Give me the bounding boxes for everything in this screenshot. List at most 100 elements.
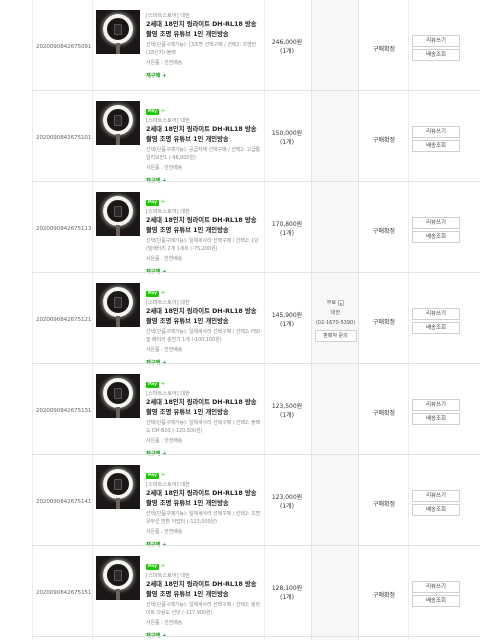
order-status: 구매확정 xyxy=(372,319,396,326)
product-thumbnail[interactable] xyxy=(96,374,140,418)
product-title[interactable]: 2세대 18인치 링라이트 DH-RL18 방송 촬영 조명 유튜브 1인 개인… xyxy=(146,489,262,509)
npay-plus-icon: + xyxy=(161,290,166,296)
seller-name[interactable]: [스마트스토어] 대한 xyxy=(146,208,262,216)
order-status: 구매확정 xyxy=(372,228,396,235)
npay-badge: Pay xyxy=(146,564,160,570)
product-title[interactable]: 2세대 18인치 링라이트 DH-RL18 방송 촬영 조명 유튜브 1인 개인… xyxy=(146,307,262,327)
order-status: 구매확정 xyxy=(372,410,396,417)
npay-plus-icon: + xyxy=(161,563,166,569)
order-number[interactable]: 2020090842675113 xyxy=(36,226,91,232)
order-status: 구매확정 xyxy=(372,592,396,599)
product-thumbnail[interactable] xyxy=(96,192,140,236)
npay-label: Pay xyxy=(148,382,158,387)
track-delivery-button[interactable]: 배송조회 xyxy=(412,140,460,152)
order-number[interactable]: 2020090842675121 xyxy=(36,317,91,323)
npay-plus-icon: + xyxy=(161,108,166,114)
order-number[interactable]: 2020090842675141 xyxy=(36,499,91,505)
seller-name[interactable]: [스마트스토어] 대한 xyxy=(146,299,262,307)
row-divider xyxy=(32,636,480,637)
write-review-button[interactable]: 리뷰쓰기 xyxy=(412,490,460,502)
stand-image xyxy=(116,225,120,236)
npay-label: Pay xyxy=(148,473,158,478)
product-thumbnail[interactable] xyxy=(96,465,140,509)
write-review-button[interactable]: 리뷰쓰기 xyxy=(412,581,460,593)
order-number[interactable]: 2020090842675091 xyxy=(36,44,91,50)
stand-image xyxy=(116,134,120,145)
product-title[interactable]: 2세대 18인치 링라이트 DH-RL18 방송 촬영 조명 유튜브 1인 개인… xyxy=(146,20,262,40)
seller-name[interactable]: [스마트스토어] 대한 xyxy=(146,117,262,125)
product-quantity: (1개) xyxy=(279,594,295,601)
order-number[interactable]: 2020090842675151 xyxy=(36,590,91,596)
track-delivery-button[interactable]: 배송조회 xyxy=(412,504,460,516)
write-review-button[interactable]: 리뷰쓰기 xyxy=(412,308,460,320)
product-price: 123,500원 xyxy=(271,403,303,410)
product-info: Pay + [스마트스토어] 대한 2세대 18인치 링라이트 DH-RL18 방송 … xyxy=(146,188,262,276)
phone-holder-image xyxy=(114,479,122,490)
product-quantity: (1개) xyxy=(279,412,295,419)
stand-image xyxy=(116,316,120,327)
stand-image xyxy=(116,498,120,509)
product-thumbnail[interactable] xyxy=(96,101,140,145)
product-thumbnail[interactable] xyxy=(96,283,140,327)
track-delivery-button[interactable]: 배송조회 xyxy=(412,231,460,243)
stand-image xyxy=(116,407,120,418)
order-status: 구매확정 xyxy=(372,137,396,144)
npay-label: Pay xyxy=(148,564,158,569)
seller-name[interactable]: [스마트스토어] 대한 xyxy=(146,481,262,489)
write-review-button[interactable]: 리뷰쓰기 xyxy=(412,35,460,47)
stand-image xyxy=(116,589,120,600)
write-review-button[interactable]: 리뷰쓰기 xyxy=(412,217,460,229)
product-option: 선택(단품구매가능): 일체세사라 선택구매 / 선택2: 조명 유무선 변환 … xyxy=(146,511,261,525)
order-status: 구매확정 xyxy=(372,46,396,53)
phone-holder-image xyxy=(114,570,122,581)
product-price: 246,000원 xyxy=(271,39,303,46)
track-delivery-button[interactable]: 배송조회 xyxy=(412,49,460,61)
price-cell: 150,000원 (1개) xyxy=(266,129,308,147)
product-thumbnail[interactable] xyxy=(96,10,140,54)
price-cell: 128,100원 (1개) xyxy=(266,584,308,602)
order-row: 2020090842675113 Pay + [스마트스토어] 대한 2세대 18인치 … xyxy=(0,182,480,276)
order-row: 2020090842675151 Pay + [스마트스토어] 대한 2세대 18인치 … xyxy=(0,546,480,640)
price-cell: 246,000원 (1개) xyxy=(266,38,308,56)
stand-image xyxy=(116,43,120,54)
phone-holder-image xyxy=(114,297,122,308)
write-review-button[interactable]: 리뷰쓰기 xyxy=(412,399,460,411)
shipping-method: 사은품 : 안전배송 xyxy=(146,256,183,262)
product-option: 선택(단품구매가능): [3조명 선택구매 / 선택2: 조명만(18인치)-블… xyxy=(146,42,257,56)
product-title[interactable]: 2세대 18인치 링라이트 DH-RL18 방송 촬영 조명 유튜브 1인 개인… xyxy=(146,216,262,236)
product-title[interactable]: 2세대 18인치 링라이트 DH-RL18 방송 촬영 조명 유튜브 1인 개인… xyxy=(146,580,262,600)
product-info: Pay + [스마트스토어] 대한 2세대 18인치 링라이트 DH-RL18 방송 … xyxy=(146,552,262,640)
seller-name[interactable]: [스마트스토어] 대한 xyxy=(146,12,262,20)
price-cell: 123,500원 (1개) xyxy=(266,402,308,420)
track-delivery-button[interactable]: 배송조회 xyxy=(412,413,460,425)
order-row: 2020090842675121 Pay + [스마트스토어] 대한 2세대 18인치 … xyxy=(0,273,480,366)
product-option: 선택(단품구매가능): 일체세사라 선택구매 / 선택2: F60밀 배터리 충… xyxy=(146,329,261,343)
price-cell: 145,900원 (1개) xyxy=(266,311,308,329)
product-price: 170,800원 xyxy=(271,221,303,228)
product-option: 선택(단품구매가능): 일체세사라 선택구매 / 선택2: 1단(밀배터리 2개… xyxy=(146,238,259,252)
product-title[interactable]: 2세대 18인치 링라이트 DH-RL18 방송 촬영 조명 유튜브 1인 개인… xyxy=(146,125,262,145)
phone-holder-image xyxy=(114,115,122,126)
seller-name[interactable]: [스마트스토어] 대한 xyxy=(146,390,262,398)
product-quantity: (1개) xyxy=(279,139,295,146)
product-info: Pay + [스마트스토어] 대한 2세대 18인치 링라이트 DH-RL18 방송 … xyxy=(146,370,262,458)
npay-badge: Pay xyxy=(146,200,160,206)
rebuy-link[interactable]: 재구매 + xyxy=(146,72,262,80)
product-price: 150,000원 xyxy=(271,130,303,137)
npay-plus-icon: + xyxy=(161,472,166,478)
track-delivery-button[interactable]: 배송조회 xyxy=(412,322,460,334)
phone-holder-image xyxy=(114,206,122,217)
write-review-button[interactable]: 리뷰쓰기 xyxy=(412,126,460,138)
order-number[interactable]: 2020090842675101 xyxy=(36,135,91,141)
price-cell: 170,800원 (1개) xyxy=(266,220,308,238)
track-delivery-button[interactable]: 배송조회 xyxy=(412,595,460,607)
seller-name[interactable]: [스마트스토어] 대한 xyxy=(146,572,262,580)
product-title[interactable]: 2세대 18인치 링라이트 DH-RL18 방송 촬영 조명 유튜브 1인 개인… xyxy=(146,398,262,418)
product-thumbnail[interactable] xyxy=(96,556,140,600)
npay-badge: Pay xyxy=(146,382,160,388)
order-number[interactable]: 2020090842675131 xyxy=(36,408,91,414)
shipping-method: 사은품 : 안전배송 xyxy=(146,347,183,353)
product-info: Pay + [스마트스토어] 대한 2세대 18인치 링라이트 DH-RL18 방송 … xyxy=(146,461,262,549)
shipping-method: 사은품 : 안전배송 xyxy=(146,529,183,535)
npay-label: Pay xyxy=(148,200,158,205)
